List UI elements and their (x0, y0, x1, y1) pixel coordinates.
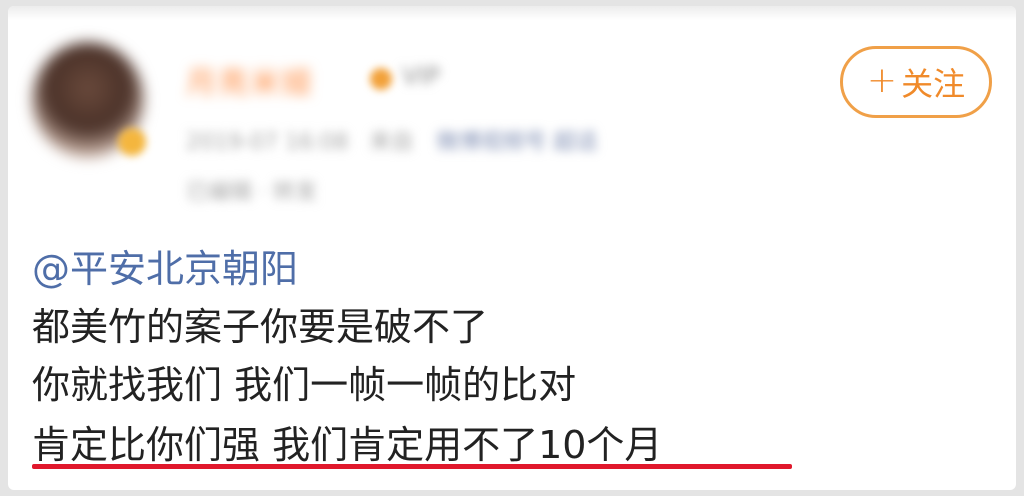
post-meta: 2019-07 16:08 来自 微博视频号 超话 (186, 124, 597, 156)
post-card: 月亮米娅 VIP 2019-07 16:08 来自 微博视频号 超话 已编辑 ·… (8, 6, 1016, 490)
post-source-link[interactable]: 微博视频号 超话 (436, 130, 597, 155)
level-badge-icon (370, 68, 392, 90)
plus-icon: + (866, 60, 898, 101)
post-text-line: 肯定比你们强 我们肯定用不了10个月 (32, 423, 663, 467)
top-fade (8, 6, 1016, 20)
follow-button[interactable]: + 关注 (840, 46, 992, 118)
post-source-label: 来自 (369, 130, 414, 155)
post-text-line: 都美竹的案子你要是破不了 (32, 305, 489, 349)
username[interactable]: 月亮米娅 (186, 58, 314, 102)
mention-link[interactable]: @平安北京朝阳 (32, 238, 298, 293)
red-underline-annotation (32, 464, 792, 469)
follow-button-label: 关注 (901, 65, 966, 103)
verified-badge-icon (118, 128, 146, 156)
post-meta-secondary: 已编辑 · 转发 (186, 180, 317, 205)
name-tag: VIP (402, 62, 440, 90)
post-text-line: 你就找我们 我们一帧一帧的比对 (32, 363, 577, 407)
post-time: 2019-07 16:08 (186, 130, 349, 155)
